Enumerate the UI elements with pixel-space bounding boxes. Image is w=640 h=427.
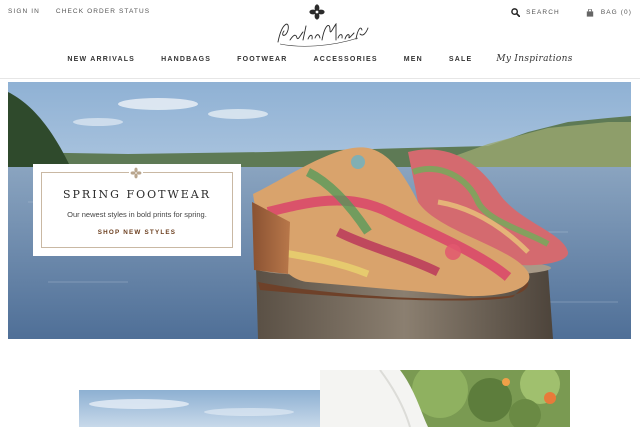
- brand-logo[interactable]: [270, 4, 370, 50]
- header-divider: [0, 78, 640, 79]
- search-icon: [511, 8, 521, 17]
- check-order-status-link[interactable]: CHECK ORDER STATUS: [56, 8, 150, 15]
- feature-tile-left-photo: [79, 390, 320, 427]
- nav-new-arrivals[interactable]: NEW ARRIVALS: [67, 56, 135, 63]
- nav-sale[interactable]: SALE: [449, 56, 472, 63]
- flower-ornament-icon: [129, 166, 143, 179]
- feature-tile-right-photo: [320, 370, 570, 427]
- shop-new-styles-link[interactable]: SHOP NEW STYLES: [33, 229, 241, 236]
- bag-label: BAG (0): [600, 9, 632, 16]
- main-nav: NEW ARRIVALS HANDBAGS FOOTWEAR ACCESSORI…: [0, 54, 640, 64]
- search-button[interactable]: SEARCH: [511, 8, 560, 17]
- nav-footwear[interactable]: FOOTWEAR: [237, 56, 287, 63]
- nav-my-inspirations[interactable]: My Inspirations: [496, 54, 572, 64]
- promo-title: SPRING FOOTWEAR: [62, 188, 212, 201]
- utility-bar-right: SEARCH BAG (0): [511, 8, 632, 17]
- nav-handbags[interactable]: HANDBAGS: [161, 56, 211, 63]
- nav-men[interactable]: MEN: [404, 56, 423, 63]
- shopping-bag-icon: [586, 8, 594, 17]
- promo-card: SPRING FOOTWEAR Our newest styles in bol…: [33, 164, 241, 256]
- nav-accessories[interactable]: ACCESSORIES: [314, 56, 378, 63]
- bag-button[interactable]: BAG (0): [586, 8, 632, 17]
- brand-logo-mark: [277, 4, 369, 47]
- search-label: SEARCH: [526, 9, 560, 16]
- utility-bar-left: SIGN IN CHECK ORDER STATUS: [8, 8, 150, 15]
- promo-subtitle: Our newest styles in bold prints for spr…: [67, 210, 207, 219]
- sign-in-link[interactable]: SIGN IN: [8, 8, 40, 15]
- feature-tile-right[interactable]: [320, 370, 570, 427]
- feature-tile-left[interactable]: [79, 390, 320, 427]
